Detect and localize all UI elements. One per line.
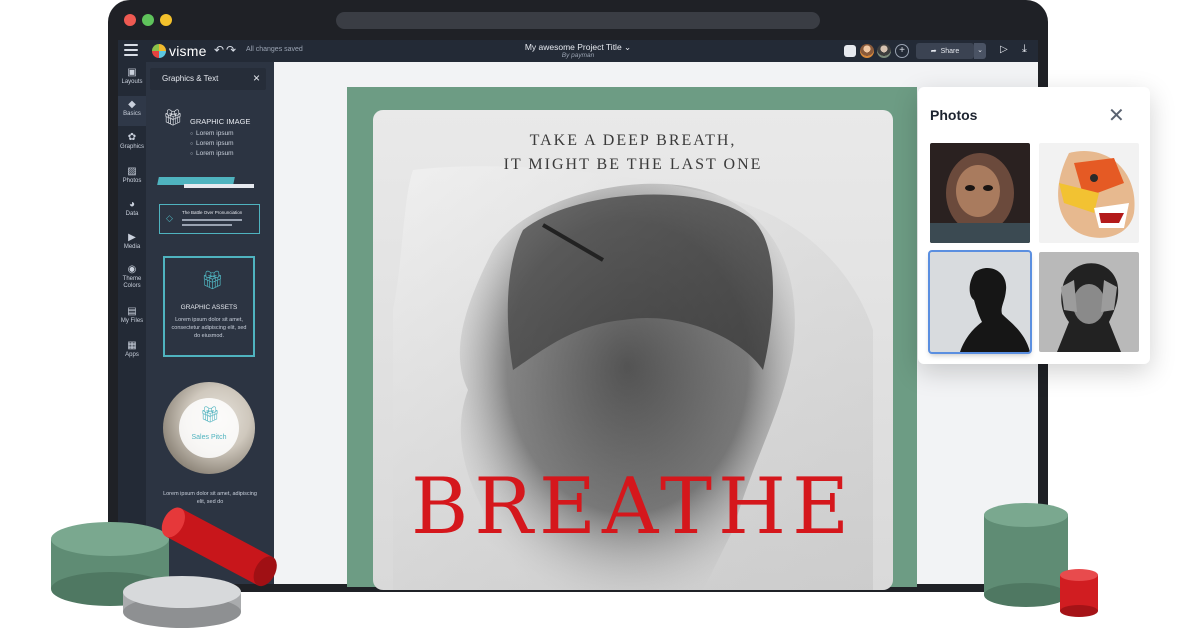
panel-footer-text: Lorem ipsum dolor sit amet, adipiscing e… bbox=[163, 491, 257, 505]
present-play-icon[interactable]: ▷ bbox=[1000, 44, 1008, 55]
diamond-icon: ◇ bbox=[166, 213, 173, 223]
download-icon[interactable]: ⤓ bbox=[1022, 43, 1027, 56]
photo-thumbnail-selected[interactable] bbox=[928, 250, 1032, 354]
rail-item-my-files[interactable]: ▤ My Files bbox=[118, 306, 146, 330]
gift-icon: 🎁︎ bbox=[200, 407, 221, 424]
bullet-item: Lorem ipsum bbox=[190, 129, 234, 139]
chevron-down-icon: ⌄ bbox=[624, 42, 632, 52]
sales-pitch-label: Sales Pitch bbox=[191, 434, 227, 441]
top-toolbar: visme ↶ ↷ All changes saved My awesome P… bbox=[118, 40, 1038, 62]
left-rail: ▣ Layouts ◆ Basics ✿ Graphics ▨ Photos ◕… bbox=[118, 62, 146, 584]
rail-item-graphics[interactable]: ✿ Graphics bbox=[118, 132, 146, 156]
rail-item-media[interactable]: ▶ Media bbox=[118, 232, 146, 256]
photo-thumbnail[interactable] bbox=[1039, 252, 1139, 352]
undo-icon[interactable]: ↶ bbox=[214, 43, 224, 57]
redo-icon[interactable]: ↷ bbox=[226, 43, 236, 57]
photos-popup: Photos ✕ bbox=[918, 87, 1150, 364]
bullet-item: Lorem ipsum bbox=[190, 139, 234, 149]
rail-label: Photos bbox=[122, 178, 142, 184]
add-collaborator-icon[interactable]: + bbox=[895, 44, 909, 58]
rail-label: Apps bbox=[125, 352, 139, 358]
rail-label: Data bbox=[125, 211, 139, 217]
share-icon: ➦ bbox=[930, 48, 937, 55]
poster-tagline-line-2[interactable]: IT MIGHT BE THE LAST ONE bbox=[373, 156, 893, 174]
shapes-icon: ◆ bbox=[128, 99, 136, 110]
project-author: By payman bbox=[561, 52, 595, 59]
callout-title: The Battle Over Pronunciation bbox=[182, 210, 243, 215]
visme-logo-icon bbox=[152, 44, 166, 58]
rail-item-data[interactable]: ◕ Data bbox=[118, 199, 146, 223]
address-bar[interactable] bbox=[336, 12, 820, 29]
rail-item-apps[interactable]: ▦ Apps bbox=[118, 340, 146, 364]
collaborator-avatar[interactable] bbox=[860, 44, 874, 58]
panel-header: Graphics & Text × bbox=[150, 68, 266, 90]
share-dropdown-icon[interactable]: ⌄ bbox=[974, 43, 986, 59]
save-status: All changes saved bbox=[246, 46, 303, 53]
brand-logo[interactable]: visme bbox=[152, 43, 207, 59]
graphic-assets-body: Lorem ipsum dolor sit amet, consectetur … bbox=[171, 317, 247, 339]
graphic-assets-card[interactable]: 🎁︎ GRAPHIC ASSETS Lorem ipsum dolor sit … bbox=[163, 256, 255, 357]
graphic-image-heading: GRAPHIC IMAGE bbox=[190, 117, 251, 126]
photo-thumbnail[interactable] bbox=[1039, 143, 1139, 243]
video-icon: ▶ bbox=[128, 232, 136, 243]
folder-icon: ▤ bbox=[127, 306, 137, 317]
close-icon[interactable]: ✕ bbox=[1108, 103, 1125, 128]
text-line bbox=[182, 224, 232, 226]
collaborator-avatar[interactable] bbox=[877, 44, 891, 58]
share-button[interactable]: ➦ Share bbox=[916, 43, 974, 59]
poster-tagline-line-1[interactable]: TAKE A DEEP BREATH, bbox=[373, 132, 893, 150]
window-zoom-dot[interactable] bbox=[142, 14, 154, 26]
graphics-text-panel: Graphics & Text × 🎁︎ GRAPHIC IMAGE Lorem… bbox=[146, 62, 274, 584]
banner-line bbox=[184, 184, 254, 188]
text-line bbox=[182, 219, 242, 221]
rail-item-layouts[interactable]: ▣ Layouts bbox=[118, 67, 146, 91]
apps-icon: ▦ bbox=[127, 340, 137, 351]
poster[interactable]: TAKE A DEEP BREATH, IT MIGHT BE THE LAST… bbox=[373, 110, 893, 590]
gift-icon: 🎁︎ bbox=[201, 270, 224, 290]
image-icon: ▨ bbox=[127, 166, 137, 177]
rail-label: Colors bbox=[123, 283, 141, 289]
rail-label: Layouts bbox=[121, 79, 143, 85]
sales-pitch-circle[interactable]: 🎁︎ Sales Pitch bbox=[163, 382, 255, 474]
palette-icon: ◉ bbox=[127, 264, 137, 275]
rail-label: My Files bbox=[120, 318, 144, 324]
rail-label: Basics bbox=[123, 111, 141, 117]
rail-label: Theme bbox=[122, 276, 142, 282]
rail-label: Graphics bbox=[119, 144, 144, 150]
rail-item-photos[interactable]: ▨ Photos bbox=[118, 166, 146, 190]
poster-headline[interactable]: BREATHE bbox=[373, 462, 893, 552]
share-label: Share bbox=[940, 47, 960, 55]
stage: visme ↶ ↷ All changes saved My awesome P… bbox=[0, 0, 1200, 630]
window-minimize-dot[interactable] bbox=[160, 14, 172, 26]
graphic-assets-heading: GRAPHIC ASSETS bbox=[180, 304, 238, 311]
close-icon[interactable]: × bbox=[253, 71, 260, 85]
rail-item-basics[interactable]: ◆ Basics bbox=[118, 96, 146, 126]
brand-name: visme bbox=[169, 43, 207, 59]
red-cylinder-small bbox=[1060, 569, 1098, 617]
chart-icon: ◕ bbox=[128, 199, 136, 210]
graphic-image-bullets: Lorem ipsum Lorem ipsum Lorem ipsum bbox=[190, 129, 234, 159]
bullet-item: Lorem ipsum bbox=[190, 149, 234, 159]
window-close-dot[interactable] bbox=[124, 14, 136, 26]
rail-item-theme-colors[interactable]: ◉ Theme Colors bbox=[118, 264, 146, 296]
project-title-text: My awesome Project Title bbox=[524, 42, 622, 52]
layouts-icon: ▣ bbox=[127, 67, 137, 78]
photo-thumbnail[interactable] bbox=[930, 143, 1030, 243]
notification-icon[interactable] bbox=[844, 45, 856, 57]
hamburger-menu-icon[interactable] bbox=[124, 44, 138, 57]
rail-label: Media bbox=[123, 244, 141, 250]
callout-box[interactable]: ◇ The Battle Over Pronunciation bbox=[159, 204, 260, 234]
graphics-icon: ✿ bbox=[127, 132, 137, 143]
panel-title: Graphics & Text bbox=[162, 74, 219, 83]
gift-icon: 🎁︎ bbox=[163, 110, 184, 127]
photos-title: Photos bbox=[930, 107, 978, 123]
